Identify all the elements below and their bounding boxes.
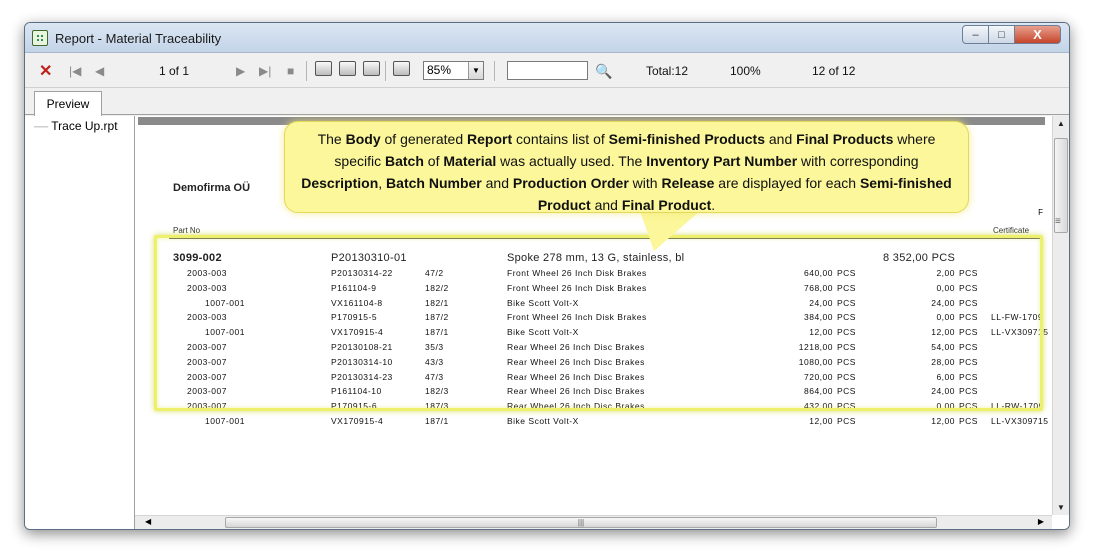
print-setup-icon[interactable]: [339, 61, 356, 76]
callout-text: Batch Number: [386, 175, 482, 191]
callout-text: and: [590, 197, 622, 213]
callout-text: Release: [661, 175, 715, 191]
table-row: 1007-001 VX170915-4 187/1 Bike Scott Volt-X…: [135, 416, 1065, 431]
records-count: 12 of 12: [812, 64, 856, 78]
zoom-select[interactable]: 85% ▼: [423, 61, 484, 80]
highlight-box: [154, 235, 1043, 411]
callout-pointer: [640, 211, 700, 251]
callout-text: Body: [345, 131, 381, 147]
close-window-button[interactable]: X: [1015, 25, 1061, 44]
callout-text: The: [317, 131, 346, 147]
toolbar-separator: [494, 61, 495, 81]
minimize-button[interactable]: –: [962, 25, 989, 44]
binoculars-search-icon[interactable]: 🔍: [595, 61, 612, 81]
total-records: Total:12: [646, 64, 689, 78]
row-description: Bike Scott Volt-X: [507, 416, 579, 426]
close-report-icon[interactable]: ✕: [39, 61, 52, 81]
window-title: Report - Material Traceability: [55, 31, 222, 46]
zoom-value: 85%: [427, 63, 452, 77]
maximize-button[interactable]: □: [989, 25, 1015, 44]
callout-text: Production Order: [512, 175, 629, 191]
print-icon[interactable]: [315, 61, 332, 76]
toolbar-separator: [385, 61, 386, 81]
callout-text: Batch: [385, 153, 424, 169]
callout-text: Material: [443, 153, 497, 169]
callout-text: was actually used. The: [496, 153, 647, 169]
callout-text: Inventory Part Number: [646, 153, 798, 169]
callout-text: of: [423, 153, 444, 169]
callout-annotation: The Body of generated Report contains li…: [284, 121, 969, 213]
company-name: Demofirma OÜ: [173, 182, 251, 194]
callout-text: with: [628, 175, 662, 191]
chevron-down-icon[interactable]: ▼: [468, 62, 483, 79]
callout-text: Report: [467, 131, 513, 147]
scroll-down-icon[interactable]: ▼: [1057, 503, 1065, 512]
last-page-icon[interactable]: ▶|: [259, 61, 271, 81]
tree-item-label: Trace Up.rpt: [51, 119, 118, 133]
tab-bar: Preview: [25, 89, 1069, 116]
scroll-up-icon[interactable]: ▲: [1057, 119, 1065, 128]
row-used-unit: PCS: [959, 416, 978, 426]
previous-page-icon[interactable]: ◀: [95, 61, 104, 81]
row-certificate: LL-VX309715: [991, 416, 1049, 426]
row-used: 12,00: [931, 416, 955, 426]
search-text-input[interactable]: [507, 61, 588, 80]
row-order: VX170915-4: [331, 416, 384, 426]
column-header-f: F: [1038, 208, 1043, 217]
next-page-icon[interactable]: ▶: [236, 61, 245, 81]
window-controls: – □ X: [962, 25, 1061, 44]
percent-read: 100%: [730, 64, 761, 78]
group-tree: Trace Up.rpt: [25, 116, 135, 529]
callout-text: Final Products: [796, 131, 894, 147]
horizontal-scroll-thumb[interactable]: |||: [225, 517, 937, 528]
callout-text: and: [481, 175, 513, 191]
app-icon: [32, 30, 48, 46]
row-release: 187/1: [425, 416, 449, 426]
stop-icon[interactable]: ■: [287, 61, 294, 81]
vertical-scrollbar[interactable]: ▲ ≡ ▼: [1052, 116, 1069, 515]
column-header-part-no: Part No: [173, 226, 201, 235]
page-indicator: 1 of 1: [159, 64, 190, 78]
grip-icon: ≡: [1055, 216, 1061, 227]
callout-text: .: [711, 197, 716, 213]
tree-item-trace-up[interactable]: Trace Up.rpt: [34, 119, 118, 133]
tab-preview[interactable]: Preview: [34, 91, 102, 116]
callout-text: and: [765, 131, 797, 147]
scroll-right-icon[interactable]: ▶: [1038, 517, 1044, 526]
callout-text: are displayed for each: [714, 175, 860, 191]
callout-text: contains list of: [512, 131, 609, 147]
toolbar-separator: [306, 61, 307, 81]
callout-text: of generated: [380, 131, 468, 147]
row-part-no: 1007-001: [205, 416, 245, 426]
title-bar[interactable]: Report - Material Traceability – □ X: [25, 23, 1069, 53]
group-tree-icon[interactable]: [393, 61, 410, 76]
callout-text: Final Product: [621, 197, 712, 213]
horizontal-scrollbar[interactable]: ◀ ||| ▶: [135, 515, 1052, 529]
callout-text: Semi-finished Products: [608, 131, 765, 147]
first-page-icon[interactable]: |◀: [69, 61, 81, 81]
callout-text: Description: [301, 175, 379, 191]
callout-text: ,: [378, 175, 387, 191]
scroll-left-icon[interactable]: ◀: [145, 517, 151, 526]
export-icon[interactable]: [363, 61, 380, 76]
column-header-certificate: Certificate: [993, 226, 1030, 235]
row-unit: PCS: [837, 416, 856, 426]
report-toolbar: ✕ |◀ ◀ 1 of 1 ▶ ▶| ■ 85% ▼ 🔍 Total:12 10…: [25, 54, 1069, 88]
row-quantity: 12,00: [809, 416, 833, 426]
callout-text: with corresponding: [797, 153, 919, 169]
